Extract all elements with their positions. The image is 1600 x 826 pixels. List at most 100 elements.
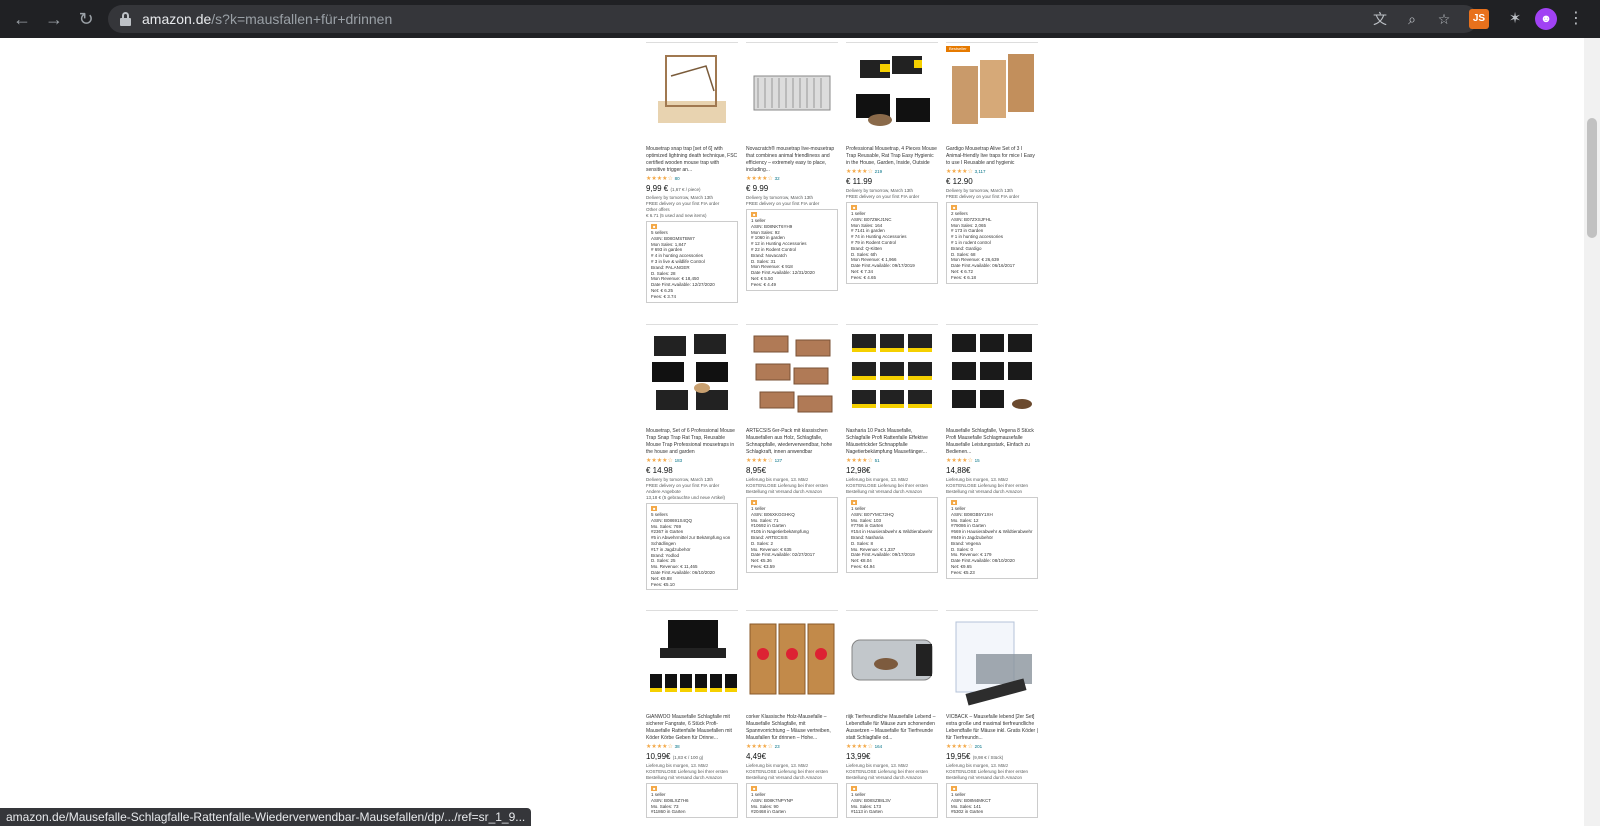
other-offers-price[interactable]: € 6.71 (5 used and new items) [646,213,738,219]
reload-icon[interactable]: ↻ [74,7,98,31]
review-count[interactable]: 219 [875,169,883,174]
product-title[interactable]: Professional Mousetrap, 4 Pieces Mouse T… [846,146,938,167]
product-card[interactable]: corker Klassische Holz-Mausefalle – Maus… [746,610,838,819]
product-title[interactable]: VICBACK – Mausefalle lebend [2er Set] ex… [946,714,1038,742]
review-count[interactable]: 23 [775,744,780,749]
seller-stats-panel: ■ 1 seller ASIN: B06XKGGHKQ Mo. Sales: 71 #1… [746,497,838,573]
product-title[interactable]: Gardigo Mousetrap Alive Set of 3 I Anima… [946,146,1038,167]
product-title[interactable]: Mousetrap, Set of 6 Professional Mouse T… [646,428,738,456]
star-rating[interactable]: ★★★★☆ 23 [746,743,838,751]
product-card[interactable]: Bestseller Gardigo Mousetrap Alive Set of… [946,42,1038,284]
product-title[interactable]: Novacratch® mousetrap live-mousetrap tha… [746,146,838,174]
star-rating[interactable]: ★★★★☆ 201 [946,743,1038,751]
product-image[interactable] [646,614,738,706]
star-rating[interactable]: ★★★★☆ 80 [646,175,738,183]
product-card[interactable]: GiANWOO Mausefalle Schlagfalle mit siche… [646,610,738,819]
product-image[interactable] [746,328,838,420]
review-count[interactable]: 201 [975,744,983,749]
review-count[interactable]: 38 [675,744,680,749]
row-divider [646,42,738,43]
profile-avatar[interactable]: ☻ [1535,8,1557,30]
stats-tag: ■ [951,205,958,210]
product-image[interactable]: Bestseller [946,46,1038,138]
star-rating[interactable]: ★★★★☆ 15 [946,457,1038,465]
row-divider [646,610,738,611]
other-offers-price[interactable]: 13,18 € (5 gebrauchte und neue Artikel) [646,495,738,501]
product-title[interactable]: riijk Tierfreundliche Mausefalle Lebend … [846,714,938,742]
back-icon[interactable]: ← [10,7,34,31]
star-rating[interactable]: ★★★★☆ 3,117 [946,168,1038,176]
page-scrollbar[interactable] [1584,38,1600,826]
review-count[interactable]: 32 [775,176,780,181]
star-rating[interactable]: ★★★★☆ 183 [646,457,738,465]
product-title[interactable]: GiANWOO Mausefalle Schlagfalle mit siche… [646,714,738,742]
product-price[interactable]: 12,98€ [846,466,938,477]
product-price[interactable]: € 9.99 [746,184,838,195]
review-count[interactable]: 164 [875,744,883,749]
delivery-note: FREE delivery on your first FIA order [946,194,1020,199]
product-card[interactable]: VICBACK – Mausefalle lebend [2er Set] ex… [946,610,1038,819]
browser-toolbar: ← → ↻ amazon.de/s?k=mausfallen+für+drinn… [0,0,1600,38]
product-price[interactable]: € 14.98 [646,466,738,477]
delivery-note: KOSTENLOSE Lieferung bei Ihrer ersten Be… [846,769,929,780]
delivery-note: KOSTENLOSE Lieferung bei Ihrer ersten Be… [846,483,929,494]
product-card[interactable]: Novacratch® mousetrap live-mousetrap tha… [746,42,838,291]
product-card[interactable]: Mousetrap, Set of 6 Professional Mouse T… [646,324,738,591]
star-rating[interactable]: ★★★★☆ 51 [846,457,938,465]
zoom-icon[interactable]: ⌕ [1402,9,1422,29]
product-price[interactable]: 9,99 € (1,67 € / piece) [646,184,738,195]
js-extension-icon[interactable]: JS [1469,9,1489,29]
product-card[interactable]: riijk Tierfreundliche Mausefalle Lebend … [846,610,938,819]
product-card[interactable]: Nasharia 10 Pack Mausefalle, Schlagfalle… [846,324,938,573]
product-card[interactable]: Mousetrap snap trap [set of 6] with opti… [646,42,738,303]
product-image[interactable] [746,46,838,138]
product-image[interactable] [746,614,838,706]
product-card[interactable]: Professional Mousetrap, 4 Pieces Mouse T… [846,42,938,284]
review-count[interactable]: 127 [775,458,783,463]
star-rating[interactable]: ★★★★☆ 219 [846,168,938,176]
translate-icon[interactable]: 文 [1370,9,1390,29]
review-count[interactable]: 183 [675,458,683,463]
forward-icon[interactable]: → [42,7,66,31]
product-price[interactable]: 13,99€ [846,752,938,763]
product-image[interactable] [846,328,938,420]
product-image[interactable] [646,46,738,138]
product-price[interactable]: 4,49€ [746,752,838,763]
search-results-page: Mousetrap snap trap [set of 6] with opti… [0,38,1584,826]
product-image[interactable] [846,614,938,706]
product-title[interactable]: ARTECSIS 6er-Pack mit klassischen Mausef… [746,428,838,456]
product-card[interactable]: ARTECSIS 6er-Pack mit klassischen Mausef… [746,324,838,573]
url-text[interactable]: amazon.de/s?k=mausfallen+für+drinnen [142,11,392,27]
review-count[interactable]: 80 [675,176,680,181]
extensions-puzzle-icon[interactable]: ✶ [1505,9,1525,29]
stats-line: Fees: €5.23 [951,569,975,575]
review-count[interactable]: 51 [875,458,880,463]
product-title[interactable]: corker Klassische Holz-Mausefalle – Maus… [746,714,838,742]
product-image[interactable] [646,328,738,420]
product-price[interactable]: € 12.90 [946,177,1038,188]
star-rating[interactable]: ★★★★☆ 164 [846,743,938,751]
bookmark-star-icon[interactable]: ☆ [1434,9,1454,29]
product-price[interactable]: 19,95€ (9,98 € / Stück) [946,752,1038,763]
scrollbar-thumb[interactable] [1587,118,1597,238]
product-title[interactable]: Nasharia 10 Pack Mausefalle, Schlagfalle… [846,428,938,456]
product-price[interactable]: € 11.99 [846,177,938,188]
product-price[interactable]: 10,99€ (1,83 € / 100 g) [646,752,738,763]
star-rating[interactable]: ★★★★☆ 127 [746,457,838,465]
address-bar[interactable]: amazon.de/s?k=mausfallen+für+drinnen 文 ⌕… [108,5,1478,33]
product-card[interactable]: Mausefalle Schlagfalle, Vegena 8 Stück P… [946,324,1038,579]
product-price[interactable]: 8,95€ [746,466,838,477]
product-image[interactable] [846,46,938,138]
product-title[interactable]: Mousetrap snap trap [set of 6] with opti… [646,146,738,174]
bestseller-badge: Bestseller [946,46,970,52]
star-rating[interactable]: ★★★★☆ 32 [746,175,838,183]
seller-stats-panel: ■ 1 seller ASIN: B07Z6KJ1NC Mon Sales: 164 #… [846,202,938,284]
product-image[interactable] [946,614,1038,706]
star-rating[interactable]: ★★★★☆ 38 [646,743,738,751]
product-title[interactable]: Mausefalle Schlagfalle, Vegena 8 Stück P… [946,428,1038,456]
review-count[interactable]: 3,117 [975,169,986,174]
product-image[interactable] [946,328,1038,420]
review-count[interactable]: 15 [975,458,980,463]
product-price[interactable]: 14,88€ [946,466,1038,477]
browser-menu-icon[interactable]: ⋮ [1568,8,1584,30]
